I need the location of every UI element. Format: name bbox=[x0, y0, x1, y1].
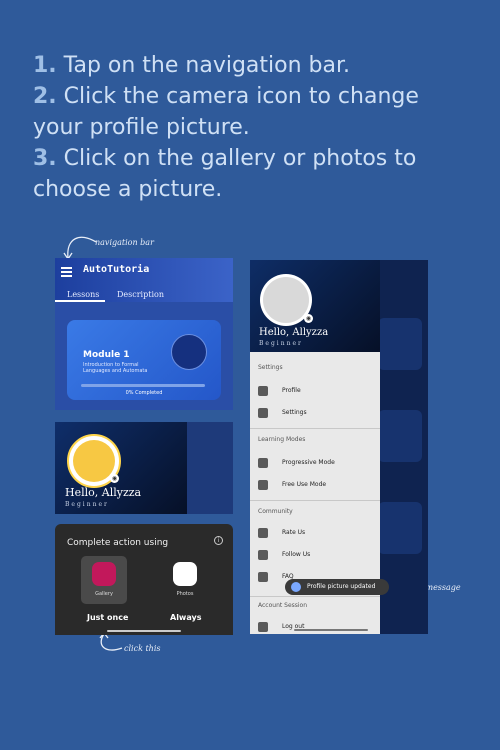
camera-icon[interactable]: ◉ bbox=[110, 474, 119, 483]
home-indicator bbox=[294, 629, 368, 631]
home-screen-panel: AutoTutoria Lessons Description Module 1… bbox=[55, 258, 233, 410]
drawer-item-profile[interactable]: Profile bbox=[258, 384, 376, 398]
dialog-title: Complete action using bbox=[67, 538, 169, 548]
help-icon bbox=[258, 572, 268, 582]
progress-text: 0% Completed bbox=[125, 390, 163, 396]
module-card[interactable]: Module 1 Introduction to Formal Language… bbox=[67, 320, 221, 400]
progress-icon bbox=[258, 458, 268, 468]
logout-icon bbox=[258, 622, 268, 632]
drawer-item-free-use-mode[interactable]: Free Use Mode bbox=[258, 478, 376, 492]
drawer-item-progressive-mode[interactable]: Progressive Mode bbox=[258, 456, 376, 470]
step-3: 3. Click on the gallery or photos to cho… bbox=[33, 146, 417, 202]
annotation-navigation-bar: navigation bar bbox=[95, 238, 154, 247]
app-icon bbox=[291, 582, 301, 592]
brain-icon bbox=[171, 334, 207, 370]
drawer-greeting: Hello, Allyzza bbox=[259, 327, 329, 338]
menu-icon[interactable] bbox=[61, 267, 72, 279]
drawer-item-rate-us[interactable]: Rate Us bbox=[258, 526, 376, 540]
just-once-button[interactable]: Just once bbox=[87, 613, 128, 622]
app-bar: AutoTutoria Lessons Description bbox=[55, 258, 233, 302]
drawer-item-follow-us[interactable]: Follow Us bbox=[258, 548, 376, 562]
section-account-session: Account Session bbox=[258, 602, 308, 609]
info-icon[interactable]: i bbox=[214, 536, 223, 545]
section-settings: Settings bbox=[258, 364, 283, 371]
gear-icon bbox=[258, 408, 268, 418]
drawer-item-settings[interactable]: Settings bbox=[258, 406, 376, 420]
group-icon bbox=[258, 550, 268, 560]
toast-message: Profile picture updated bbox=[285, 579, 389, 595]
module-description: Introduction to Formal Languages and Aut… bbox=[83, 362, 148, 374]
star-icon bbox=[258, 528, 268, 538]
drawer-header: ◉ Hello, Allyzza Beginner bbox=[250, 260, 380, 352]
tab-description[interactable]: Description bbox=[117, 290, 164, 299]
instructions: 1. Tap on the navigation bar. 2. Click t… bbox=[33, 50, 473, 205]
step-1: 1. Tap on the navigation bar. bbox=[33, 53, 350, 78]
section-community: Community bbox=[258, 508, 293, 515]
user-level: Beginner bbox=[65, 501, 109, 508]
module-title: Module 1 bbox=[83, 350, 130, 360]
always-button[interactable]: Always bbox=[170, 613, 201, 622]
drawer-level: Beginner bbox=[259, 340, 303, 347]
person-icon bbox=[258, 386, 268, 396]
crown-icon bbox=[258, 480, 268, 490]
gallery-icon[interactable] bbox=[92, 562, 116, 586]
annotation-click-this: click this bbox=[124, 644, 161, 653]
complete-action-dialog: Complete action using i Gallery Photos J… bbox=[55, 524, 233, 635]
photos-label: Photos bbox=[176, 591, 194, 597]
gallery-label: Gallery bbox=[95, 591, 113, 597]
greeting: Hello, Allyzza bbox=[65, 486, 142, 499]
tab-indicator bbox=[55, 300, 105, 302]
app-title: AutoTutoria bbox=[83, 264, 150, 275]
photos-icon[interactable] bbox=[173, 562, 197, 586]
camera-icon[interactable]: ◉ bbox=[304, 314, 313, 323]
home-indicator bbox=[107, 630, 181, 632]
progress-bar bbox=[81, 384, 205, 387]
section-learning-modes: Learning Modes bbox=[258, 436, 306, 443]
navigation-drawer-panel: ◉ Hello, Allyzza Beginner Settings Profi… bbox=[250, 260, 428, 634]
tab-lessons[interactable]: Lessons bbox=[67, 290, 99, 299]
drawer-item-log-out[interactable]: Log out bbox=[258, 620, 376, 634]
step-2: 2. Click the camera icon to change your … bbox=[33, 84, 419, 140]
navigation-drawer: ◉ Hello, Allyzza Beginner Settings Profi… bbox=[250, 260, 380, 634]
profile-header-panel: ◉ Hello, Allyzza Beginner bbox=[55, 422, 233, 514]
